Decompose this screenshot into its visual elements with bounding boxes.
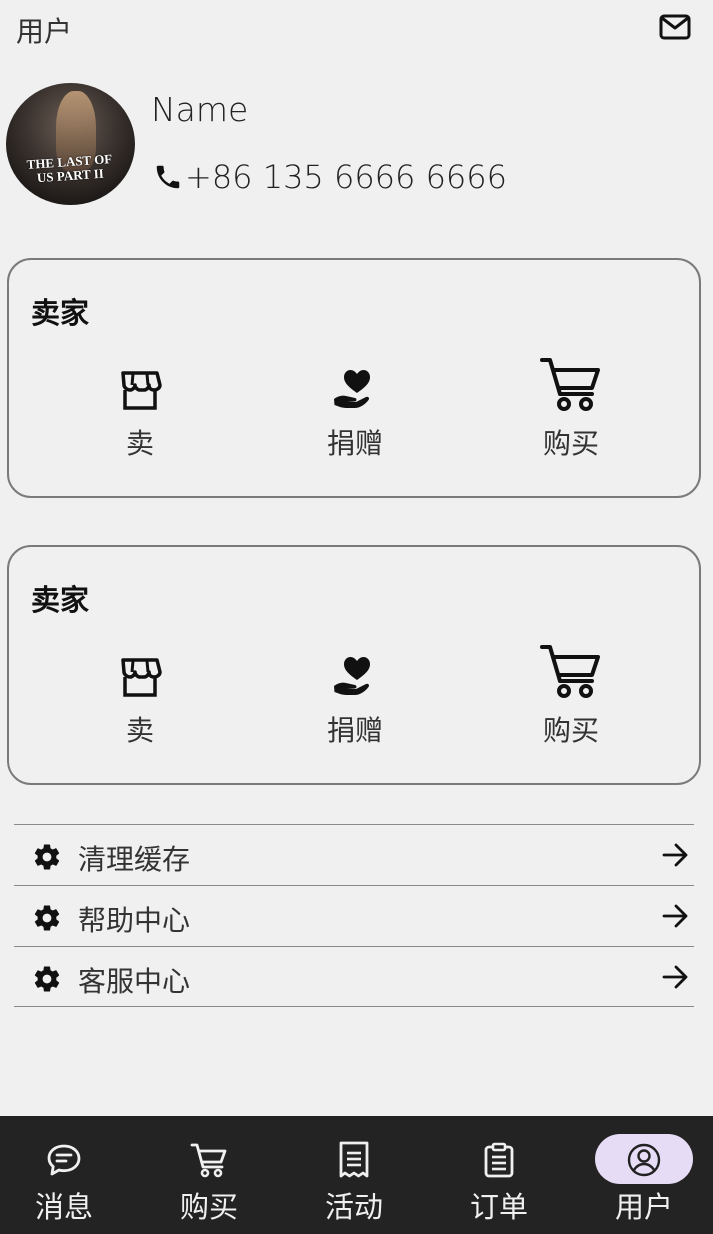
menu-item-label: 客服中心 <box>78 965 191 998</box>
store-icon <box>121 658 162 697</box>
tab-activity[interactable]: 活动 <box>289 1116 419 1234</box>
seller-card: 卖家 卖 捐赠 购买 <box>7 258 701 498</box>
receipt-icon <box>339 1141 369 1178</box>
page-title: 用户 <box>16 15 73 48</box>
sell-label: 卖 <box>125 714 154 747</box>
tab-buy[interactable]: 购买 <box>144 1116 274 1234</box>
buy-label: 购买 <box>542 714 599 747</box>
seller-card: 卖家 卖 捐赠 购买 <box>7 545 701 785</box>
tab-label: 订单 <box>469 1190 528 1224</box>
menu-item-label: 帮助中心 <box>78 904 191 937</box>
tab-messages[interactable]: 消息 <box>0 1116 129 1234</box>
settings-menu: 清理缓存 帮助中心 客服中心 <box>14 824 694 1007</box>
donate-label: 捐赠 <box>326 427 383 460</box>
card-title: 卖家 <box>31 583 90 617</box>
menu-item-clear-cache[interactable]: 清理缓存 <box>14 824 694 885</box>
avatar-logo-text: THE LAST OF US PART II <box>26 151 113 186</box>
clipboard-icon <box>484 1142 514 1178</box>
sell-label: 卖 <box>125 427 154 460</box>
donate-action[interactable]: 捐赠 <box>285 643 425 753</box>
profile-section: THE LAST OF US PART II Name +86 135 6666… <box>0 80 713 210</box>
tab-label: 购买 <box>179 1190 238 1224</box>
card-title: 卖家 <box>31 296 90 330</box>
tab-label: 用户 <box>614 1190 673 1224</box>
gear-icon <box>34 905 60 931</box>
tab-user[interactable]: 用户 <box>579 1116 709 1234</box>
top-bar: 用户 <box>0 0 713 56</box>
mail-icon <box>659 14 691 40</box>
user-name: Name <box>151 90 249 129</box>
arrow-right-icon <box>662 965 688 989</box>
gear-icon <box>34 966 60 992</box>
cart-icon <box>190 1143 227 1178</box>
arrow-right-icon <box>662 843 688 867</box>
phone-number: +86 135 6666 6666 <box>185 158 507 196</box>
menu-item-customer-service[interactable]: 客服中心 <box>14 946 694 1007</box>
mail-button[interactable] <box>656 8 694 46</box>
arrow-right-icon <box>662 904 688 928</box>
phone-row: +86 135 6666 6666 <box>153 158 507 196</box>
buy-action[interactable]: 购买 <box>501 356 641 466</box>
user-icon <box>627 1143 661 1177</box>
heart-hand-icon <box>334 657 370 695</box>
buy-label: 购买 <box>542 427 599 460</box>
donate-action[interactable]: 捐赠 <box>285 356 425 466</box>
gear-icon <box>34 844 60 870</box>
sell-action[interactable]: 卖 <box>70 643 210 753</box>
cart-icon <box>540 358 600 411</box>
phone-icon <box>156 165 180 189</box>
donate-label: 捐赠 <box>326 714 383 747</box>
tab-label: 消息 <box>34 1190 93 1224</box>
tab-label: 活动 <box>324 1190 383 1224</box>
heart-hand-icon <box>334 370 370 408</box>
tab-orders[interactable]: 订单 <box>434 1116 564 1234</box>
bottom-tab-bar: 消息 购买 活动 订单 用户 <box>0 1116 713 1234</box>
store-icon <box>121 371 162 410</box>
menu-item-help-center[interactable]: 帮助中心 <box>14 885 694 946</box>
cart-icon <box>540 645 600 698</box>
menu-item-label: 清理缓存 <box>78 843 191 876</box>
sell-action[interactable]: 卖 <box>70 356 210 466</box>
avatar[interactable]: THE LAST OF US PART II <box>6 83 135 205</box>
buy-action[interactable]: 购买 <box>501 643 641 753</box>
chat-icon <box>47 1144 81 1176</box>
